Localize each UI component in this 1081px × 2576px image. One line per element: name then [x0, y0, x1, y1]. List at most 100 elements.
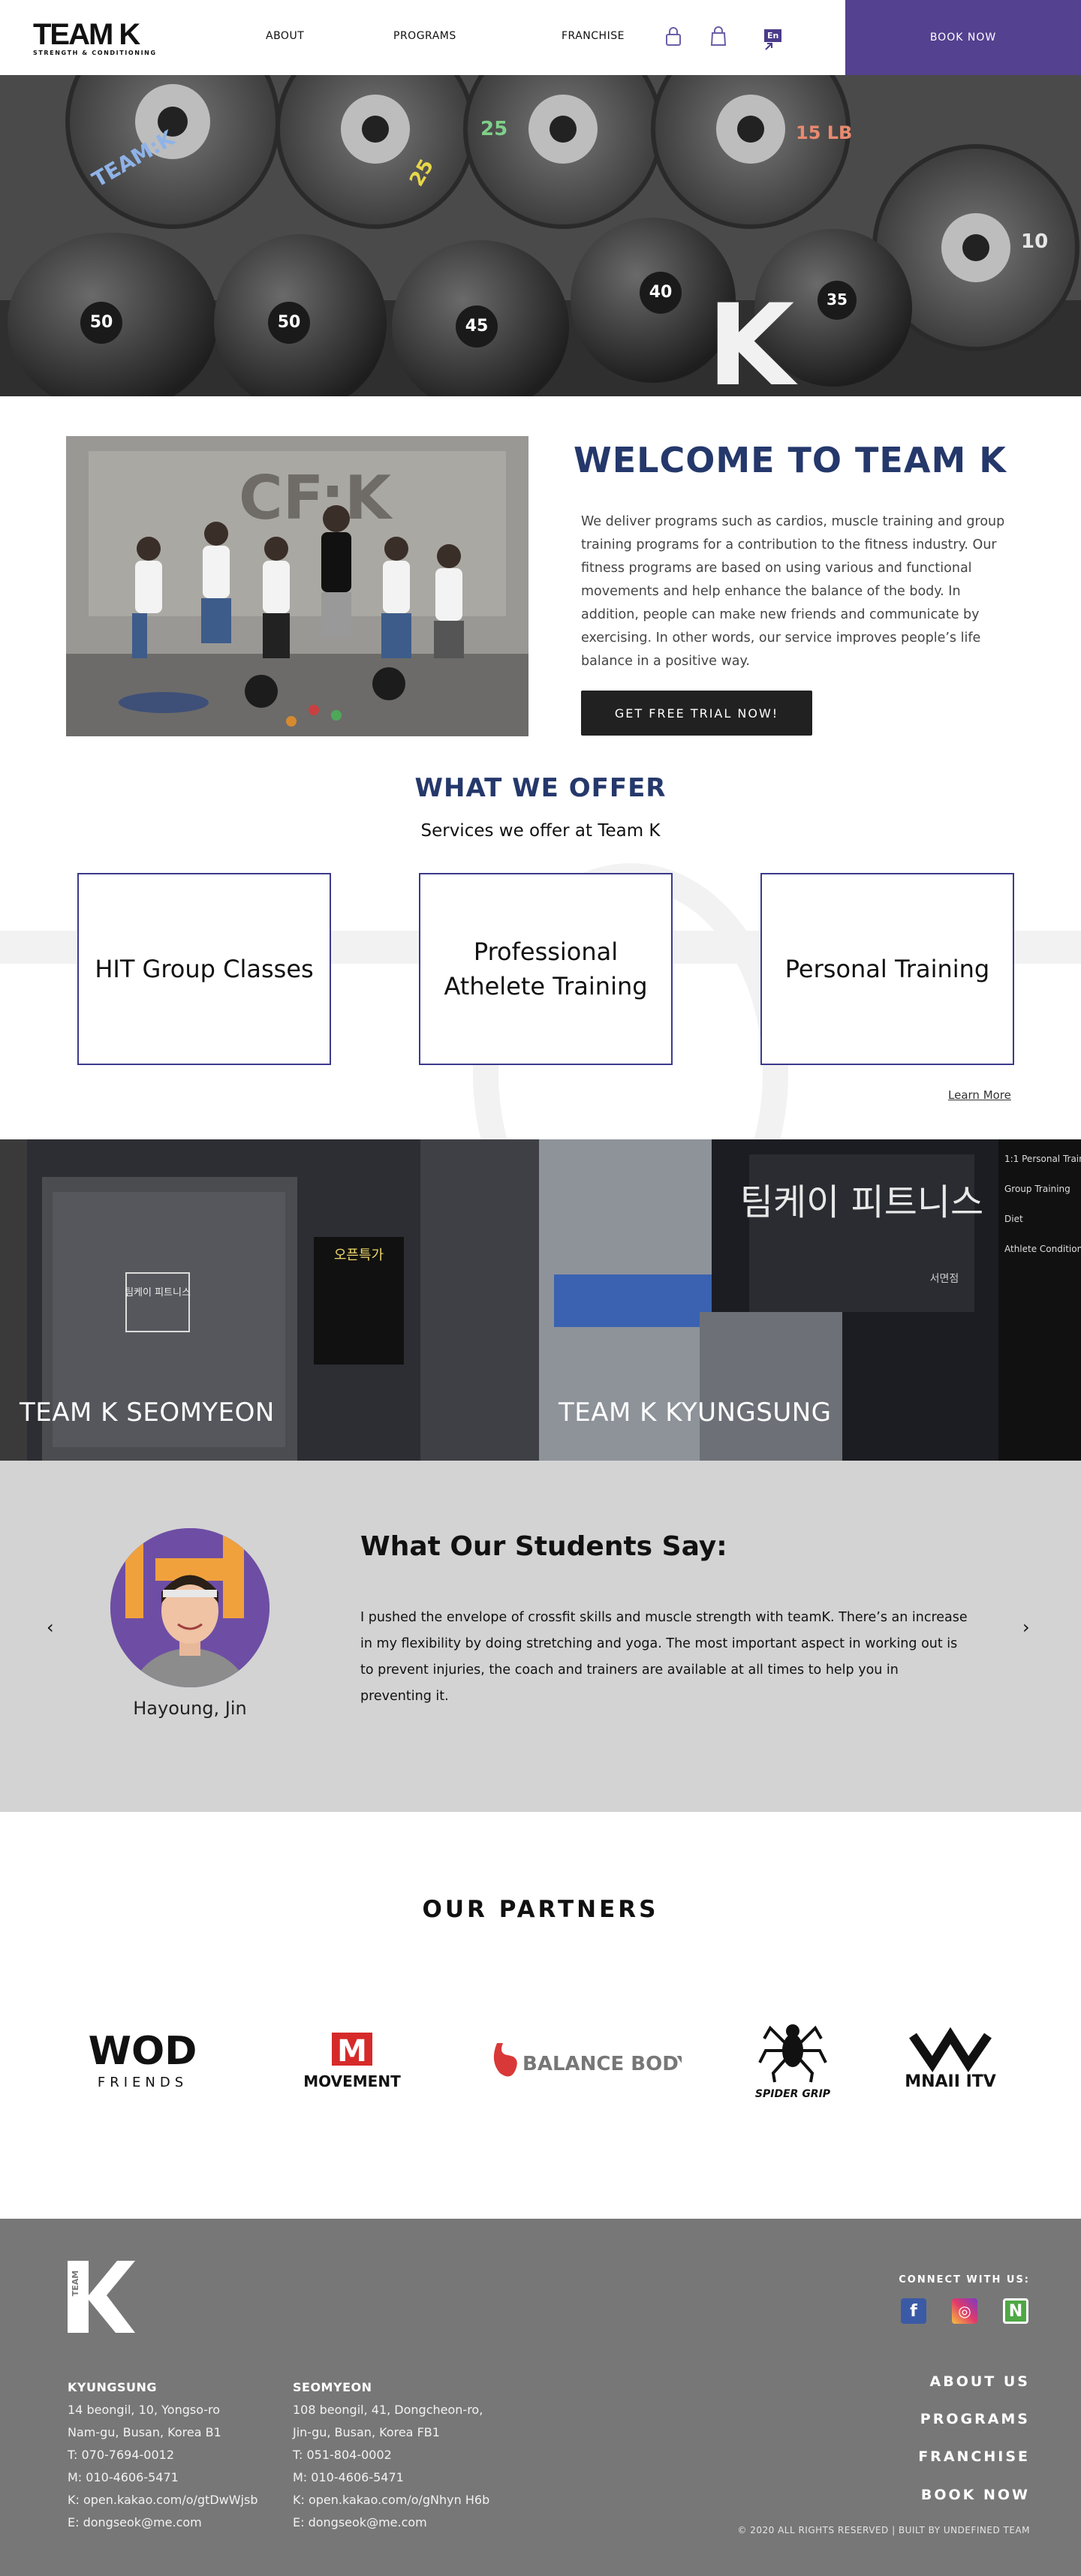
location-label: TEAM K KYUNGSUNG	[559, 1398, 832, 1428]
naver-icon[interactable]: N	[1003, 2298, 1028, 2324]
partner-logo-text: SPIDER GRIP	[755, 2088, 831, 2100]
language-toggle[interactable]: En	[764, 27, 794, 50]
footer-email[interactable]: E: dongseok@me.com	[293, 2511, 489, 2534]
nav-franchise[interactable]: FRANCHISE	[562, 30, 625, 42]
bag-icon[interactable]	[710, 26, 727, 47]
spider-grip-logo: SPIDER GRIP	[755, 2024, 831, 2100]
location-label: TEAM K SEOMYEON	[20, 1398, 275, 1428]
store-branch: 서면점	[930, 1273, 959, 1285]
mnaii-itv-logo: MNAII ITV	[905, 2027, 996, 2091]
offer-title: WHAT WE OFFER	[414, 773, 667, 803]
footer-phone[interactable]: T: 051-804-0002	[293, 2444, 489, 2466]
hero-weights-illustration: TEAM:K 25 25 15 LB 10 50 50 45 40 35 K	[0, 75, 1081, 396]
partner-spider-grip-logo[interactable]: SPIDER GRIP	[748, 2019, 838, 2102]
team-photo-illustration: CF:K	[66, 436, 528, 736]
welcome-body: We deliver programs such as cardios, mus…	[581, 514, 1005, 669]
footer-link-franchise[interactable]: FRANCHISE	[918, 2448, 1030, 2465]
service-card-hit-group[interactable]: HIT Group Classes	[77, 873, 331, 1065]
footer-phone[interactable]: T: 070-7694-0012	[68, 2444, 258, 2466]
balance-body-logo: BALANCE BODY	[493, 2043, 682, 2077]
plate-label: 15 LB	[796, 122, 852, 143]
plate-label: 25	[480, 118, 507, 140]
instagram-icon[interactable]: ◎	[952, 2298, 977, 2324]
partner-logo-text: WOD	[89, 2029, 197, 2074]
service-card-label: HIT Group Classes	[95, 955, 314, 983]
language-label: En	[764, 29, 782, 42]
footer-email[interactable]: E: dongseok@me.com	[68, 2511, 258, 2534]
partners-title: OUR PARTNERS	[422, 1896, 659, 1923]
service-card-label: Personal Training	[784, 955, 990, 983]
free-trial-button[interactable]: GET FREE TRIAL NOW!	[581, 691, 812, 736]
partner-logo-text: M	[337, 2034, 367, 2069]
footer-logo[interactable]: TEAM	[68, 2261, 135, 2333]
store-menu-item: Diet	[1004, 1214, 1023, 1224]
welcome-title: WELCOME TO TEAM K	[574, 440, 1007, 480]
partner-logo-text: BALANCE BODY	[522, 2053, 682, 2075]
service-card-label: Professional Athelete Training	[444, 937, 648, 1001]
lock-icon[interactable]	[665, 26, 682, 47]
student-portrait	[110, 1528, 269, 1687]
testimonial-quote: I pushed the envelope of crossfit skills…	[360, 1610, 968, 1704]
logo-title: TEAM K	[33, 18, 140, 51]
footer-kyungsung-address: KYUNGSUNG 14 beongil, 10, Yongso-ro Nam-…	[68, 2376, 258, 2534]
logo-subtitle: STRENGTH & CONDITIONING	[33, 50, 157, 56]
nav-about[interactable]: ABOUT	[266, 30, 304, 42]
store-board: 오픈특가	[334, 1247, 384, 1263]
footer-kakao-link[interactable]: K: open.kakao.com/o/gtDwWjsb	[68, 2489, 258, 2511]
student-name: Hayoung, Jin	[133, 1698, 247, 1719]
footer-mobile[interactable]: M: 010-4606-5471	[293, 2466, 489, 2489]
top-nav: TEAM K STRENGTH & CONDITIONING ABOUT PRO…	[0, 0, 1081, 75]
instagram-glyph: ◎	[958, 2302, 971, 2320]
next-arrow-icon[interactable]: ›	[1022, 1617, 1030, 1638]
team-k-logo[interactable]: TEAM K STRENGTH & CONDITIONING	[33, 18, 157, 62]
ball-weight: 45	[465, 317, 489, 336]
footer-address-line: 14 beongil, 10, Yongso-ro	[68, 2403, 221, 2417]
footer-column-heading: KYUNGSUNG	[68, 2380, 158, 2394]
movement-logo: M MOVEMENT	[303, 2033, 401, 2090]
prev-arrow-icon[interactable]: ‹	[47, 1617, 54, 1638]
service-card-athlete-training[interactable]: Professional Athelete Training	[419, 873, 673, 1065]
partner-logo-sub: FRIENDS	[98, 2075, 188, 2090]
learn-more-link[interactable]: Learn More	[948, 1088, 1011, 1102]
team-group-photo: CF:K	[66, 436, 528, 736]
store-sign: 팀케이 피트니스	[740, 1181, 983, 1223]
partner-balance-body-logo[interactable]: BALANCE BODY	[486, 2019, 682, 2102]
store-menu-item: Athlete Conditioning	[1004, 1244, 1081, 1254]
footer-seomyeon-address: SEOMYEON 108 beongil, 41, Dongcheon-ro, …	[293, 2376, 489, 2534]
footer-kakao-link[interactable]: K: open.kakao.com/o/gNhyn H6b	[293, 2489, 489, 2511]
location-kyungsung[interactable]: 팀케이 피트니스 서면점 1:1 Personal Training Group…	[539, 1139, 1081, 1461]
nav-programs[interactable]: PROGRAMS	[393, 30, 456, 42]
footer-mobile[interactable]: M: 010-4606-5471	[68, 2466, 258, 2489]
footer-link-about[interactable]: ABOUT US	[930, 2373, 1030, 2390]
wod-friends-logo: WOD FRIENDS	[89, 2029, 197, 2090]
footer-link-programs[interactable]: PROGRAMS	[920, 2411, 1030, 2427]
naver-glyph: N	[1008, 2301, 1023, 2321]
offer-subtitle: Services we offer at Team K	[420, 821, 661, 841]
copyright-text: © 2020 ALL RIGHTS RESERVED | BUILT BY UN…	[737, 2525, 1030, 2535]
avatar	[110, 1528, 269, 1687]
footer-address-line: Jin-gu, Busan, Korea FB1	[293, 2425, 440, 2439]
partner-wod-friends-logo[interactable]: WOD FRIENDS	[75, 2019, 210, 2102]
partner-logo-text: MNAII ITV	[905, 2072, 996, 2091]
facebook-glyph: f	[910, 2301, 917, 2321]
footer-link-book-now[interactable]: BOOK NOW	[921, 2487, 1030, 2503]
footer-logo-small: TEAM	[71, 2271, 80, 2296]
photo-wall-sign: CF:K	[239, 463, 393, 533]
footer-address-line: 108 beongil, 41, Dongcheon-ro,	[293, 2403, 483, 2417]
store-menu-item: Group Training	[1004, 1184, 1070, 1194]
footer-column-heading: SEOMYEON	[293, 2380, 372, 2394]
ball-weight: 50	[90, 313, 113, 332]
store-sign: 팀케이 피트니스	[125, 1287, 191, 1299]
page: TEAM K STRENGTH & CONDITIONING ABOUT PRO…	[0, 0, 1081, 2576]
location-seomyeon[interactable]: 팀케이 피트니스 오픈특가 TEAM K SEOMYEON	[0, 1139, 539, 1461]
connect-heading: CONNECT WITH US:	[899, 2274, 1030, 2286]
partner-mnaii-itv-logo[interactable]: MNAII ITV	[898, 2019, 1003, 2102]
ball-weight: 35	[827, 290, 848, 308]
facebook-icon[interactable]: f	[901, 2298, 926, 2324]
service-card-personal-training[interactable]: Personal Training	[760, 873, 1014, 1065]
ball-weight: 50	[278, 313, 301, 332]
book-now-button[interactable]: BOOK NOW	[845, 0, 1081, 75]
external-arrow-icon	[765, 43, 772, 50]
partner-movement-logo[interactable]: M MOVEMENT	[281, 2019, 423, 2102]
hero-k-letter: K	[707, 281, 798, 396]
